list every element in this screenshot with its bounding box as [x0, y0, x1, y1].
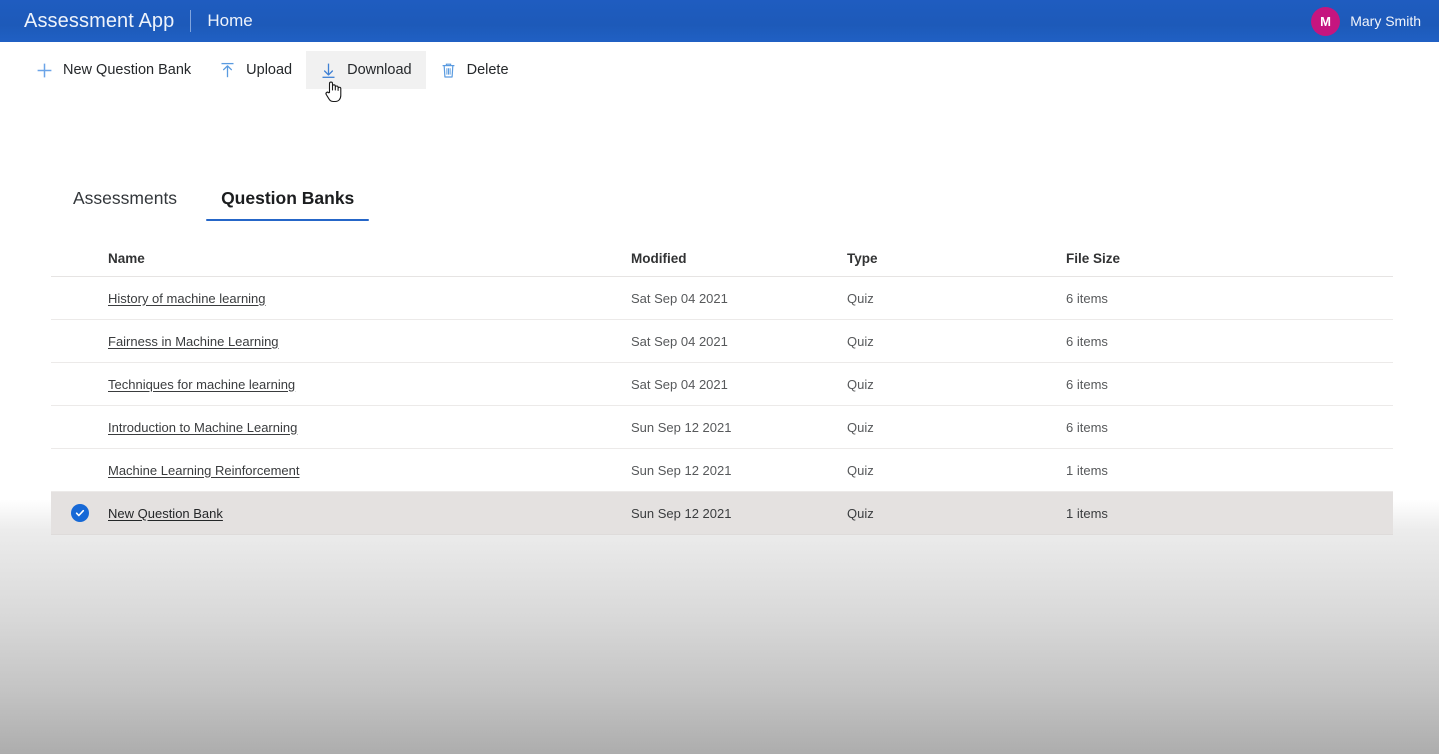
- question-bank-link[interactable]: History of machine learning: [108, 291, 266, 306]
- row-type-cell: Quiz: [847, 376, 874, 392]
- delete-button[interactable]: Delete: [426, 51, 523, 89]
- tab-question-banks-label: Question Banks: [221, 188, 355, 208]
- avatar[interactable]: M: [1311, 6, 1341, 36]
- row-name-cell: New Question Bank: [108, 506, 631, 521]
- row-type-cell: Quiz: [847, 333, 874, 349]
- row-type-cell: Quiz: [847, 462, 874, 478]
- question-bank-link[interactable]: Techniques for machine learning: [108, 377, 295, 392]
- tab-assessments-label: Assessments: [73, 188, 178, 208]
- column-header-modified[interactable]: Modified: [631, 251, 847, 266]
- table-row[interactable]: Techniques for machine learning Sat Sep …: [51, 363, 1393, 406]
- row-modified-cell: Sat Sep 04 2021: [631, 333, 728, 349]
- column-header-type[interactable]: Type: [847, 251, 1066, 266]
- tab-assessments[interactable]: Assessments: [58, 188, 192, 221]
- upload-button[interactable]: Upload: [205, 51, 306, 89]
- page-content: Assessments Question Banks Name Modified…: [0, 188, 1439, 535]
- header-divider: [190, 10, 192, 32]
- user-account-menu[interactable]: M Mary Smith: [1311, 6, 1439, 36]
- row-type-cell: Quiz: [847, 290, 874, 306]
- download-label: Download: [347, 62, 412, 78]
- tab-bar: Assessments Question Banks: [51, 188, 1393, 221]
- user-name-label: Mary Smith: [1350, 13, 1421, 29]
- new-question-bank-button[interactable]: New Question Bank: [22, 51, 205, 89]
- row-size-cell: 1 items: [1066, 462, 1108, 478]
- row-name-cell: Techniques for machine learning: [108, 377, 631, 392]
- download-icon: [320, 62, 337, 79]
- download-button[interactable]: Download: [306, 51, 426, 89]
- row-type-cell: Quiz: [847, 419, 874, 435]
- row-modified-cell: Sat Sep 04 2021: [631, 376, 728, 392]
- row-modified-cell: Sat Sep 04 2021: [631, 290, 728, 306]
- row-modified-cell: Sun Sep 12 2021: [631, 462, 732, 478]
- breadcrumb-home[interactable]: Home: [207, 11, 252, 31]
- row-size-cell: 6 items: [1066, 376, 1108, 392]
- table-header-row: Name Modified Type File Size: [51, 241, 1393, 277]
- row-name-cell: Machine Learning Reinforcement: [108, 463, 631, 478]
- column-header-file-size[interactable]: File Size: [1066, 251, 1393, 266]
- row-name-cell: Introduction to Machine Learning: [108, 420, 631, 435]
- plus-icon: [36, 62, 53, 79]
- trash-icon: [440, 62, 457, 79]
- app-title: Assessment App: [24, 9, 175, 32]
- row-size-cell: 1 items: [1066, 505, 1108, 521]
- new-question-bank-label: New Question Bank: [63, 62, 192, 78]
- row-type-cell: Quiz: [847, 505, 874, 521]
- tab-question-banks[interactable]: Question Banks: [206, 188, 370, 221]
- row-size-cell: 6 items: [1066, 290, 1108, 306]
- row-size-cell: 6 items: [1066, 419, 1108, 435]
- delete-label: Delete: [466, 62, 509, 78]
- table-row[interactable]: History of machine learning Sat Sep 04 2…: [51, 277, 1393, 320]
- question-banks-table: Name Modified Type File Size History of …: [51, 241, 1393, 535]
- row-modified-cell: Sun Sep 12 2021: [631, 505, 732, 521]
- table-row[interactable]: Machine Learning Reinforcement Sun Sep 1…: [51, 449, 1393, 492]
- question-bank-link[interactable]: Introduction to Machine Learning: [108, 420, 297, 435]
- question-bank-link[interactable]: Fairness in Machine Learning: [108, 334, 279, 349]
- table-row[interactable]: New Question Bank Sun Sep 12 2021 Quiz 1…: [51, 492, 1393, 535]
- row-name-cell: Fairness in Machine Learning: [108, 334, 631, 349]
- question-bank-link[interactable]: New Question Bank: [108, 506, 223, 521]
- upload-icon: [219, 62, 236, 79]
- row-size-cell: 6 items: [1066, 333, 1108, 349]
- row-modified-cell: Sun Sep 12 2021: [631, 419, 732, 435]
- row-checkbox[interactable]: [51, 504, 108, 522]
- table-row[interactable]: Fairness in Machine Learning Sat Sep 04 …: [51, 320, 1393, 363]
- upload-label: Upload: [246, 62, 293, 78]
- row-name-cell: History of machine learning: [108, 291, 631, 306]
- column-header-name[interactable]: Name: [108, 251, 631, 266]
- checkmark-icon[interactable]: [70, 504, 89, 522]
- table-row[interactable]: Introduction to Machine Learning Sun Sep…: [51, 406, 1393, 449]
- command-toolbar: New Question Bank Upload Download Delete: [0, 42, 1439, 98]
- app-header-bar: Assessment App Home M Mary Smith: [0, 0, 1439, 42]
- question-bank-link[interactable]: Machine Learning Reinforcement: [108, 463, 300, 478]
